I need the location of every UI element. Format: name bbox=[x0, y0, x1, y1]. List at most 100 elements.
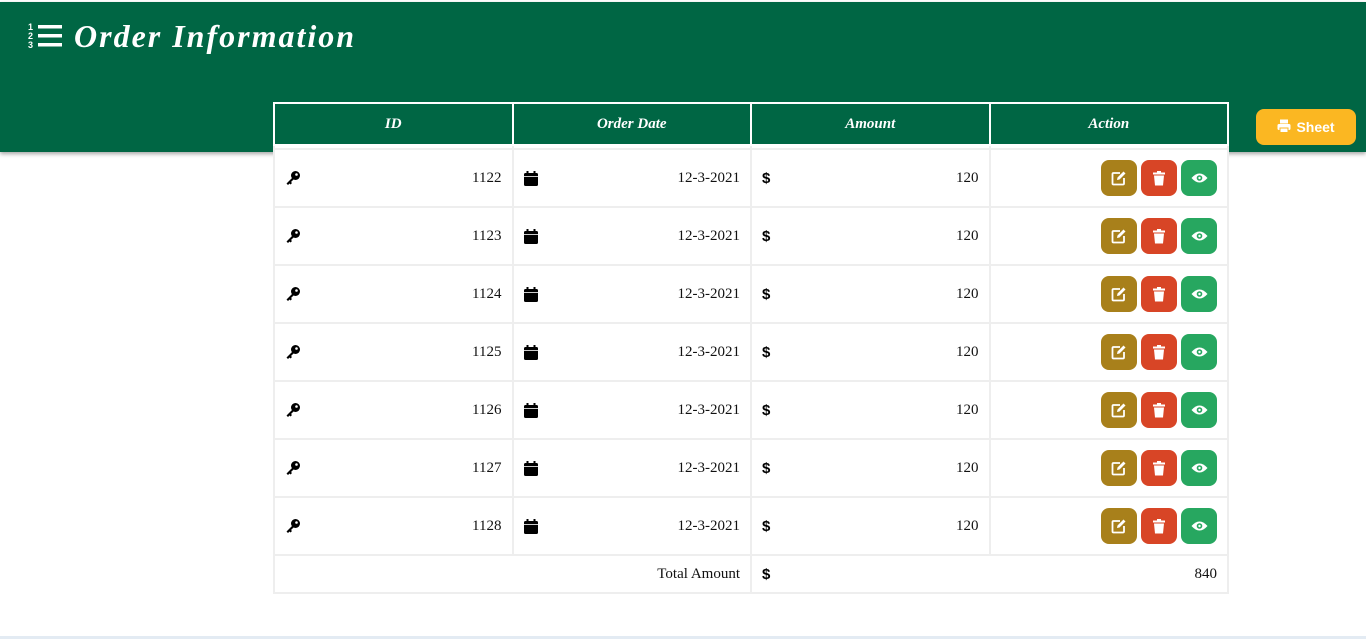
key-icon bbox=[285, 402, 301, 418]
order-amount: 120 bbox=[956, 285, 979, 302]
id-cell: 1127 bbox=[273, 438, 514, 498]
action-cell bbox=[988, 206, 1229, 266]
edit-button[interactable] bbox=[1101, 450, 1137, 486]
eye-icon bbox=[1191, 288, 1208, 300]
action-cell bbox=[988, 438, 1229, 498]
id-cell: 1122 bbox=[273, 148, 514, 208]
total-label: Total Amount bbox=[273, 554, 752, 594]
list-ordered-icon: 1 2 3 bbox=[28, 22, 62, 50]
delete-button[interactable] bbox=[1141, 276, 1177, 312]
amount-cell: $120 bbox=[750, 438, 991, 498]
svg-text:$: $ bbox=[762, 566, 771, 582]
order-date: 12-3-2021 bbox=[677, 169, 741, 186]
order-amount: 120 bbox=[956, 169, 979, 186]
svg-text:$: $ bbox=[762, 518, 771, 534]
view-button[interactable] bbox=[1181, 392, 1217, 428]
edit-button[interactable] bbox=[1101, 160, 1137, 196]
action-cell bbox=[988, 380, 1229, 440]
delete-button[interactable] bbox=[1141, 218, 1177, 254]
order-amount: 120 bbox=[956, 343, 979, 360]
action-cell bbox=[988, 264, 1229, 324]
view-button[interactable] bbox=[1181, 334, 1217, 370]
dollar-icon: $ bbox=[762, 518, 772, 534]
edit-button[interactable] bbox=[1101, 508, 1137, 544]
delete-button[interactable] bbox=[1141, 450, 1177, 486]
eye-icon bbox=[1191, 462, 1208, 474]
order-date: 12-3-2021 bbox=[677, 285, 741, 302]
dollar-icon: $ bbox=[762, 402, 772, 418]
id-cell: 1125 bbox=[273, 322, 514, 382]
order-date: 12-3-2021 bbox=[677, 517, 741, 534]
view-button[interactable] bbox=[1181, 450, 1217, 486]
svg-text:$: $ bbox=[762, 286, 771, 302]
edit-icon bbox=[1111, 402, 1127, 418]
print-icon bbox=[1277, 119, 1296, 136]
view-button[interactable] bbox=[1181, 276, 1217, 312]
svg-text:$: $ bbox=[762, 344, 771, 360]
order-date: 12-3-2021 bbox=[677, 227, 741, 244]
edit-button[interactable] bbox=[1101, 392, 1137, 428]
svg-text:3: 3 bbox=[28, 40, 33, 50]
edit-button[interactable] bbox=[1101, 334, 1137, 370]
edit-icon bbox=[1111, 460, 1127, 476]
dollar-icon: $ bbox=[762, 170, 772, 186]
svg-text:$: $ bbox=[762, 228, 771, 244]
order-id: 1126 bbox=[472, 401, 502, 418]
trash-icon bbox=[1153, 518, 1165, 534]
view-button[interactable] bbox=[1181, 160, 1217, 196]
edit-icon bbox=[1111, 518, 1127, 534]
key-icon bbox=[285, 228, 301, 244]
order-date: 12-3-2021 bbox=[677, 459, 741, 476]
dollar-icon: $ bbox=[762, 344, 772, 360]
order-date: 12-3-2021 bbox=[677, 401, 741, 418]
calendar-icon bbox=[523, 344, 538, 360]
amount-cell: $120 bbox=[750, 148, 991, 208]
view-button[interactable] bbox=[1181, 508, 1217, 544]
dollar-icon: $ bbox=[762, 286, 772, 302]
trash-icon bbox=[1153, 460, 1165, 476]
table-body: 1122 12-3-2021 $120 1123 12-3-2021 $120 1124 12… bbox=[273, 144, 1229, 594]
eye-icon bbox=[1191, 520, 1208, 532]
edit-button[interactable] bbox=[1101, 276, 1137, 312]
page-title: Order Information bbox=[74, 18, 357, 54]
date-cell: 12-3-2021 bbox=[511, 380, 752, 440]
key-icon bbox=[285, 518, 301, 534]
table-row: 1124 12-3-2021 $120 bbox=[273, 264, 1229, 324]
id-cell: 1124 bbox=[273, 264, 514, 324]
eye-icon bbox=[1191, 404, 1208, 416]
table-row: 1122 12-3-2021 $120 bbox=[273, 148, 1229, 208]
edit-button[interactable] bbox=[1101, 218, 1137, 254]
order-table-wrap: ID Order Date Amount Action 1122 12-3-202… bbox=[273, 102, 1229, 594]
key-icon bbox=[285, 344, 301, 360]
trash-icon bbox=[1153, 228, 1165, 244]
delete-button[interactable] bbox=[1141, 392, 1177, 428]
amount-cell: $120 bbox=[750, 380, 991, 440]
svg-text:$: $ bbox=[762, 460, 771, 476]
calendar-icon bbox=[523, 518, 538, 534]
delete-button[interactable] bbox=[1141, 160, 1177, 196]
delete-button[interactable] bbox=[1141, 334, 1177, 370]
table-row: 1126 12-3-2021 $120 bbox=[273, 380, 1229, 440]
view-button[interactable] bbox=[1181, 218, 1217, 254]
date-cell: 12-3-2021 bbox=[511, 206, 752, 266]
delete-button[interactable] bbox=[1141, 508, 1177, 544]
total-amount-cell: $840 bbox=[750, 554, 1229, 594]
table-row: 1127 12-3-2021 $120 bbox=[273, 438, 1229, 498]
dollar-icon: $ bbox=[762, 460, 772, 476]
date-cell: 12-3-2021 bbox=[511, 496, 752, 556]
order-id: 1125 bbox=[472, 343, 502, 360]
calendar-icon bbox=[523, 286, 538, 302]
table-row: 1125 12-3-2021 $120 bbox=[273, 322, 1229, 382]
sheet-button[interactable]: Sheet bbox=[1256, 109, 1356, 145]
edit-icon bbox=[1111, 228, 1127, 244]
dollar-icon: $ bbox=[762, 566, 772, 582]
trash-icon bbox=[1153, 344, 1165, 360]
column-header-id: ID bbox=[273, 102, 514, 146]
calendar-icon bbox=[523, 228, 538, 244]
date-cell: 12-3-2021 bbox=[511, 148, 752, 208]
svg-text:$: $ bbox=[762, 170, 771, 186]
id-cell: 1126 bbox=[273, 380, 514, 440]
calendar-icon bbox=[523, 460, 538, 476]
title-group: 1 2 3 Order Information bbox=[28, 16, 356, 56]
order-table: ID Order Date Amount Action 1122 12-3-202… bbox=[273, 102, 1229, 594]
